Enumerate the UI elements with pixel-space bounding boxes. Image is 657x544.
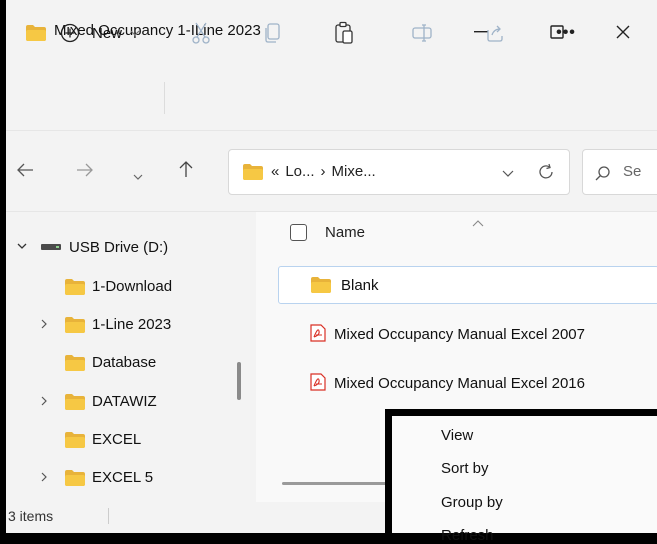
pdf-icon: [310, 324, 326, 342]
sidebar-item-label: EXCEL 5: [92, 468, 154, 486]
sort-ascending-icon: [472, 216, 484, 230]
nav-pane-scrollbar[interactable]: [237, 362, 241, 400]
menu-item-refresh[interactable]: Refresh: [441, 527, 494, 544]
file-list-horizontal-scrollbar[interactable]: [282, 482, 392, 485]
back-arrow-icon: [17, 163, 33, 177]
sidebar-item-datawiz[interactable]: DATAWIZ: [6, 383, 231, 419]
pdf-icon: [310, 373, 326, 391]
close-icon: [616, 25, 630, 39]
more-button[interactable]: •••: [548, 14, 584, 52]
usb-drive-icon: [41, 244, 61, 250]
status-divider: [108, 508, 109, 524]
folder-icon: [65, 432, 85, 448]
sidebar-item-label: DATAWIZ: [92, 392, 157, 410]
new-plus-icon: [60, 23, 80, 43]
rename-button[interactable]: [408, 14, 438, 52]
share-button[interactable]: [480, 14, 510, 52]
command-bar: [6, 64, 657, 130]
chevron-down-icon[interactable]: [502, 170, 514, 177]
folder-icon: [65, 279, 85, 295]
menu-item-sort-by[interactable]: Sort by: [441, 460, 489, 477]
back-button[interactable]: [16, 162, 38, 182]
new-button-label: New: [91, 24, 122, 42]
sidebar-item-label: USB Drive (D:): [69, 238, 169, 256]
cut-button[interactable]: [186, 14, 216, 52]
sidebar-item-database[interactable]: Database: [6, 344, 231, 380]
chevron-right-icon[interactable]: [41, 319, 47, 329]
rename-icon: [412, 24, 432, 42]
recent-locations-button[interactable]: [133, 167, 147, 180]
file-name: Blank: [341, 276, 379, 294]
copy-icon: [265, 23, 280, 43]
copy-button[interactable]: [258, 14, 288, 52]
chevron-right-icon[interactable]: [41, 396, 47, 406]
paste-button[interactable]: [329, 14, 359, 52]
sidebar-item-label: Database: [92, 353, 157, 371]
menu-item-view[interactable]: View: [441, 427, 473, 444]
search-icon: [595, 166, 610, 181]
search-box[interactable]: Se: [582, 149, 657, 195]
forward-arrow-icon: [77, 163, 93, 177]
new-button[interactable]: New: [44, 14, 156, 52]
file-name: Mixed Occupancy Manual Excel 2016: [334, 374, 585, 392]
file-name: Mixed Occupancy Manual Excel 2007: [334, 325, 585, 343]
sidebar-item-label: 1-Download: [92, 277, 173, 295]
address-bar[interactable]: « Lo... › Mixe...: [228, 149, 570, 195]
folder-icon: [65, 317, 85, 333]
cut-icon: [192, 22, 210, 44]
close-button[interactable]: [601, 14, 645, 50]
folder-icon: [65, 394, 85, 410]
sidebar-item-usb-drive[interactable]: USB Drive (D:): [6, 229, 231, 265]
forward-button[interactable]: [76, 162, 98, 182]
breadcrumb-separator: ›: [320, 163, 326, 180]
folder-icon: [243, 164, 263, 180]
chevron-down-icon[interactable]: [17, 243, 27, 249]
file-row-pdf-2016[interactable]: Mixed Occupancy Manual Excel 2016: [278, 365, 657, 401]
breadcrumb-item[interactable]: Lo...: [285, 163, 314, 180]
sidebar-item-label: 1-Line 2023: [92, 315, 172, 333]
file-row-blank[interactable]: Blank: [278, 266, 657, 304]
sidebar-item-label: EXCEL: [92, 430, 142, 448]
search-placeholder: Se: [623, 163, 642, 180]
folder-icon: [311, 277, 331, 293]
up-arrow-icon: [179, 161, 193, 177]
recent-chevron-icon: [133, 174, 143, 180]
folder-icon: [65, 355, 85, 371]
chevron-right-icon[interactable]: [41, 472, 47, 482]
column-header-name[interactable]: Name: [290, 224, 365, 241]
folder-icon: [65, 470, 85, 486]
paste-icon: [335, 21, 353, 44]
select-all-checkbox[interactable]: [290, 224, 307, 241]
item-count: 3 items: [8, 508, 54, 524]
column-header-label: Name: [325, 224, 366, 241]
share-icon: [487, 25, 503, 42]
sidebar-item-excel-5[interactable]: EXCEL 5: [6, 459, 231, 495]
toolbar-divider: [164, 82, 165, 114]
file-row-pdf-2007[interactable]: Mixed Occupancy Manual Excel 2007: [278, 316, 657, 352]
breadcrumb-item[interactable]: Mixe...: [332, 163, 376, 180]
folder-icon: [26, 25, 46, 41]
more-icon: •••: [556, 24, 576, 41]
refresh-icon[interactable]: [537, 163, 555, 181]
sidebar-item-1-download[interactable]: 1-Download: [6, 268, 231, 304]
menu-item-group-by[interactable]: Group by: [441, 494, 503, 511]
breadcrumb-overflow[interactable]: «: [271, 163, 279, 180]
sidebar-item-1-line-2023[interactable]: 1-Line 2023: [6, 306, 231, 342]
sidebar-item-excel[interactable]: EXCEL: [6, 421, 231, 457]
context-menu: [392, 416, 657, 533]
up-button[interactable]: [178, 160, 196, 180]
chevron-down-icon: [130, 30, 140, 36]
